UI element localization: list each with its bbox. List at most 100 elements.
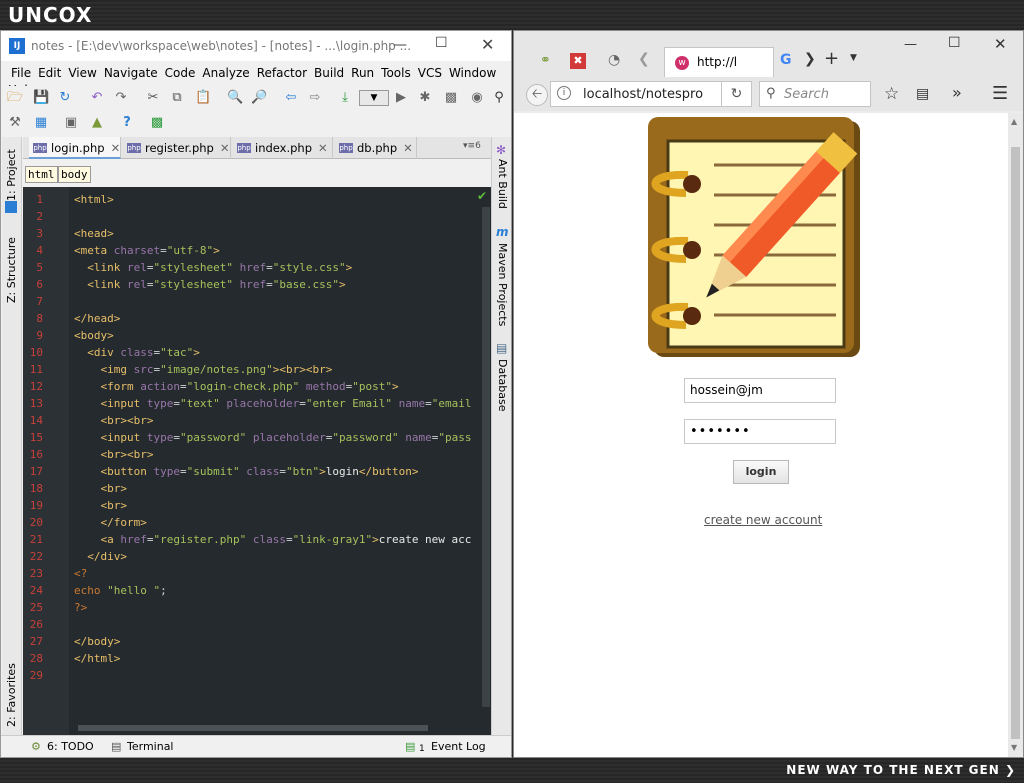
menu-build[interactable]: Build	[314, 63, 344, 80]
menu-tools[interactable]: Tools	[381, 63, 411, 80]
new-tab-icon[interactable]: +	[824, 48, 839, 69]
tab-active-localhost[interactable]: w http://l	[664, 47, 774, 77]
url-bar[interactable]: i localhost/notespro	[550, 81, 722, 107]
back-icon[interactable]: ⇦	[283, 90, 299, 106]
tab-overflow-button[interactable]: ▾≡6	[463, 141, 481, 151]
menu-vcs[interactable]: VCS	[418, 63, 442, 80]
tab-db-php[interactable]: php db.php ✕	[335, 137, 417, 159]
page-info-icon[interactable]: i	[557, 86, 571, 100]
project-tool-tab[interactable]: 1: Project	[5, 141, 18, 201]
code-line[interactable]: <button type="submit" class="btn">login<…	[74, 465, 419, 478]
replace-icon[interactable]: 🔎	[251, 90, 267, 106]
menu-code[interactable]: Code	[165, 63, 196, 80]
browser-back-icon[interactable]: 🡠	[526, 84, 548, 106]
code-line[interactable]: <meta charset="utf-8">	[74, 244, 220, 257]
sdk-icon[interactable]: ▣	[63, 115, 79, 131]
terminal-tool-tab[interactable]: Terminal	[127, 740, 174, 753]
menu-analyze[interactable]: Analyze	[202, 63, 249, 80]
tab-close-icon[interactable]: ✕	[318, 141, 328, 155]
email-input[interactable]: hossein@jm	[684, 378, 836, 403]
save-icon[interactable]: 💾	[33, 90, 49, 106]
database-console-icon[interactable]: ▩	[149, 115, 165, 131]
code-line[interactable]: <img src="image/notes.png"><br><br>	[74, 363, 333, 376]
tab-list-dropdown-icon[interactable]: ▼	[850, 53, 857, 63]
find-icon[interactable]: 🔍	[227, 90, 243, 106]
tab-google[interactable]: G	[776, 45, 802, 73]
code-line[interactable]: <input type="password" placeholder="pass…	[74, 431, 472, 444]
tabs-scroll-right-icon[interactable]: ❯	[804, 51, 816, 67]
tab-login-php[interactable]: php login.php ✕	[29, 137, 121, 159]
breadcrumb-html[interactable]: html	[25, 166, 58, 183]
code-line[interactable]: <link rel="stylesheet" href="style.css">	[74, 261, 352, 274]
code-line[interactable]: </html>	[74, 652, 120, 665]
settings-icon[interactable]: ⚒	[7, 115, 23, 131]
code-line[interactable]: <input type="text" placeholder="enter Em…	[74, 397, 472, 410]
coverage-icon[interactable]: ▩	[443, 90, 459, 106]
login-button[interactable]: login	[733, 460, 789, 484]
search-box[interactable]: ⚲ Search	[759, 81, 871, 107]
browser-minimize-icon[interactable]: —	[904, 37, 917, 52]
minimize-icon[interactable]: —	[393, 37, 407, 53]
project-structure-icon[interactable]: ▦	[33, 115, 49, 131]
breadcrumb-body[interactable]: body	[58, 166, 91, 183]
code-line[interactable]: <link rel="stylesheet" href="base.css">	[74, 278, 345, 291]
code-line[interactable]: <br>	[74, 482, 128, 495]
code-line[interactable]: <html>	[74, 193, 114, 206]
password-input[interactable]: •••••••	[684, 419, 836, 444]
tab-close-icon[interactable]: ✕	[403, 141, 413, 155]
search-everywhere-icon[interactable]: ⚲	[491, 90, 507, 106]
code-line[interactable]: <br>	[74, 499, 128, 512]
code-line[interactable]: </body>	[74, 635, 120, 648]
menu-view[interactable]: View	[68, 63, 96, 80]
undo-icon[interactable]: ↶	[89, 90, 105, 106]
tab-close-icon[interactable]: ✕	[111, 141, 121, 155]
menu-edit[interactable]: Edit	[38, 63, 61, 80]
tabs-scroll-left-icon[interactable]: ❮	[638, 51, 650, 67]
code-line[interactable]: <body>	[74, 329, 114, 342]
menu-navigate[interactable]: Navigate	[104, 63, 158, 80]
make-icon[interactable]: ⤓	[337, 90, 353, 106]
code-line[interactable]: </head>	[74, 312, 120, 325]
hamburger-menu-icon[interactable]: ☰	[992, 83, 1008, 104]
favorites-tool-tab[interactable]: 2: Favorites	[5, 647, 18, 727]
code-line[interactable]: <form action="login-check.php" method="p…	[74, 380, 399, 393]
redo-icon[interactable]: ↷	[113, 90, 129, 106]
bookmark-star-icon[interactable]: ☆	[884, 84, 899, 104]
todo-tool-tab[interactable]: 6: TODO	[47, 740, 94, 753]
code-line[interactable]: <head>	[74, 227, 114, 240]
reading-list-icon[interactable]: ▤	[916, 86, 929, 102]
cut-icon[interactable]: ✂	[145, 90, 161, 106]
menu-run[interactable]: Run	[351, 63, 374, 80]
tab-close-icon[interactable]: ✕	[220, 141, 230, 155]
code-line[interactable]: <?	[74, 567, 87, 580]
browser-close-icon[interactable]: ✕	[994, 35, 1007, 53]
event-log-tool-tab[interactable]: Event Log	[431, 740, 486, 753]
maximize-icon[interactable]: ☐	[435, 35, 448, 51]
open-folder-icon[interactable]: 🗁	[7, 90, 23, 106]
debug-icon[interactable]: ✱	[417, 90, 433, 106]
code-line[interactable]: ?>	[74, 601, 87, 614]
tab-pinned-1[interactable]: ⚭	[536, 45, 558, 73]
code-editor[interactable]: ✔ 1 <html> 2 3 <head> 4 <meta charset="utf-8">…	[23, 187, 491, 735]
browser-maximize-icon[interactable]: ☐	[948, 35, 961, 51]
database-tool-tab[interactable]: Database	[496, 359, 509, 412]
tab-register-php[interactable]: php register.php ✕	[123, 137, 231, 159]
code-line[interactable]: <div class="tac">	[74, 346, 200, 359]
page-scrollbar[interactable]: ▲ ▼	[1008, 113, 1023, 757]
run-icon[interactable]: ▶	[393, 90, 409, 106]
code-line[interactable]: <br><br>	[74, 448, 154, 461]
url-text[interactable]: localhost/notespro	[583, 87, 719, 102]
profile-icon[interactable]: ◉	[469, 90, 485, 106]
forward-icon[interactable]: ⇨	[307, 90, 323, 106]
editor-vertical-scrollbar[interactable]	[482, 207, 490, 707]
maven-projects-tool-tab[interactable]: Maven Projects	[496, 243, 509, 326]
help-icon[interactable]: ?	[119, 115, 135, 131]
tab-pinned-3[interactable]: ◔	[606, 45, 628, 73]
copy-icon[interactable]: ⧉	[169, 90, 185, 106]
tab-pinned-2[interactable]: ✖	[566, 45, 588, 73]
ant-build-tool-tab[interactable]: Ant Build	[496, 159, 509, 209]
menu-file[interactable]: File	[11, 63, 31, 80]
scroll-down-icon[interactable]: ▼	[1011, 743, 1017, 752]
reload-icon[interactable]: ↻	[722, 81, 752, 107]
overflow-chevron-icon[interactable]: »	[952, 83, 962, 102]
